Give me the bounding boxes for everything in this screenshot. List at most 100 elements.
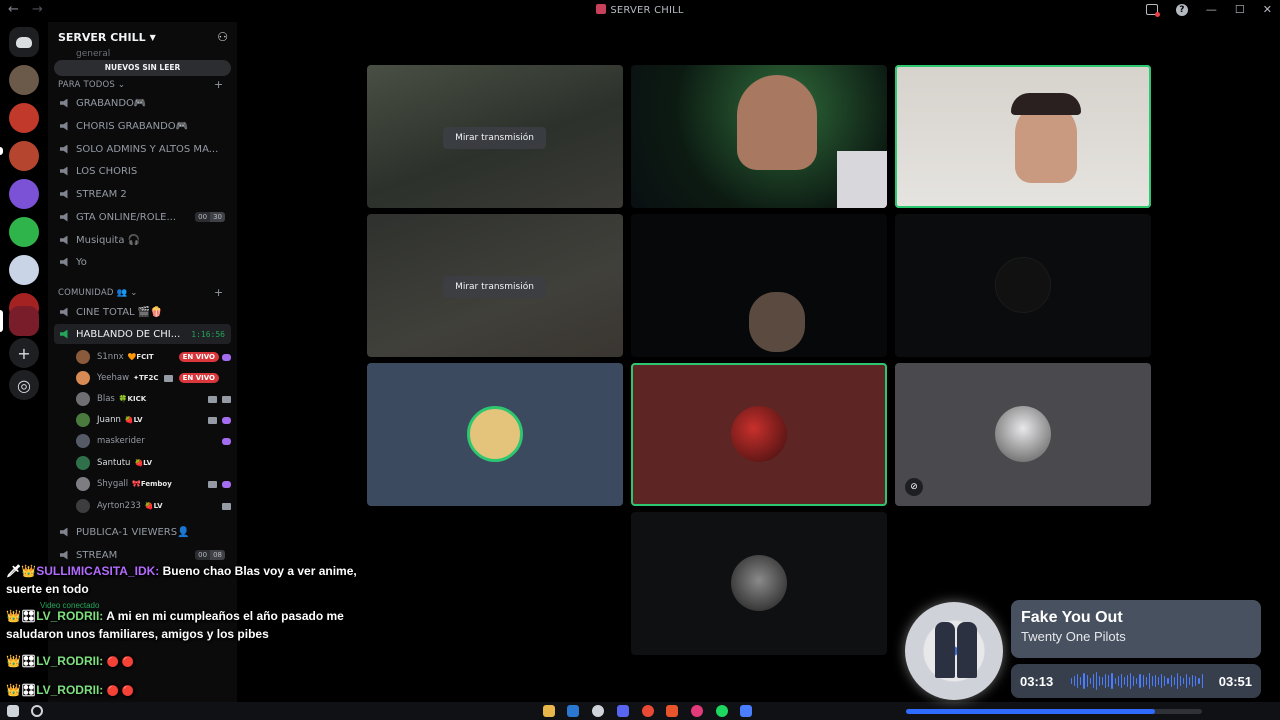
voice-user[interactable]: Yeehaw ✦TF2C EN VIVO xyxy=(76,368,231,388)
server-name: SERVER CHILL xyxy=(58,30,146,44)
title-bar: ← → SERVER CHILL ? — ☐ ✕ xyxy=(0,0,1280,22)
watch-stream-button[interactable]: Mirar transmisión xyxy=(443,127,546,149)
media-player-icon[interactable] xyxy=(691,705,703,717)
voice-channel[interactable]: GTA ONLINE/ROLE... 00 30 xyxy=(54,207,231,227)
minimize-icon[interactable]: — xyxy=(1206,3,1217,16)
user-name: Yeehaw xyxy=(97,373,130,383)
live-badge: EN VIVO xyxy=(178,373,219,383)
new-unread-pill[interactable]: NUEVOS SIN LEER xyxy=(54,60,231,76)
speaker-icon xyxy=(60,527,68,537)
voice-channel[interactable]: CINE TOTAL 🎬🍿 xyxy=(54,302,231,322)
create-channel-icon[interactable]: + xyxy=(214,78,223,91)
waveform-bar xyxy=(1111,673,1113,689)
discord-home-icon[interactable] xyxy=(9,27,39,57)
user-count: 00 xyxy=(195,550,211,560)
add-server-icon[interactable]: + xyxy=(9,338,39,368)
waveform-bar xyxy=(1071,678,1073,684)
spotify-icon[interactable] xyxy=(716,705,728,717)
voice-user[interactable]: Ayrton233 🍓LV xyxy=(76,496,231,516)
webcam-person xyxy=(737,75,817,170)
avatar xyxy=(76,392,90,406)
user-count: 00 xyxy=(195,212,211,222)
watch-stream-button[interactable]: Mirar transmisión xyxy=(443,276,546,298)
voice-user[interactable]: Shygall 🎀Femboy xyxy=(76,474,231,494)
chat-message: 👑🎛LV_RODRII: 🔴 🔴 xyxy=(6,654,135,668)
voice-channel[interactable]: GRABANDO🎮 xyxy=(54,93,231,113)
chrome-icon[interactable] xyxy=(642,705,654,717)
speaker-icon xyxy=(60,144,68,154)
server-chill-icon[interactable] xyxy=(9,306,39,336)
participant-tile[interactable] xyxy=(367,363,623,506)
server-icon[interactable] xyxy=(9,217,39,247)
video-tile[interactable] xyxy=(631,214,887,357)
waveform-bar xyxy=(1105,674,1107,688)
channel-label: STREAM xyxy=(76,549,118,561)
waveform-bar xyxy=(1074,676,1076,686)
waveform-bar xyxy=(1201,674,1203,688)
voice-channel[interactable]: PUBLICA-1 VIEWERS👤 xyxy=(54,522,231,542)
waveform-bar xyxy=(1102,677,1104,685)
voice-channel[interactable]: CHORIS GRABANDO🎮 xyxy=(54,116,231,136)
activity-icon xyxy=(222,437,231,445)
stream-tile[interactable]: Mirar transmisión xyxy=(367,214,623,357)
inbox-icon[interactable] xyxy=(1145,4,1160,17)
waveform-bar xyxy=(1136,678,1138,684)
category-comunidad[interactable]: COMUNIDAD 👥 ⌄ + xyxy=(58,286,223,299)
server-folder[interactable] xyxy=(9,179,39,209)
server-header[interactable]: SERVER CHILL ▼ ⚇ xyxy=(48,22,237,52)
invite-people-icon[interactable]: ⚇ xyxy=(217,30,228,44)
avatar xyxy=(731,406,787,462)
user-name: Juann xyxy=(97,415,121,425)
voice-user[interactable]: S1nnx 🧡FCIT EN VIVO xyxy=(76,347,231,367)
chevron-down-icon: ▼ xyxy=(149,32,156,42)
steam-icon[interactable] xyxy=(567,705,579,717)
waveform-bar xyxy=(1198,678,1200,684)
user-name: Santutu xyxy=(97,458,131,468)
video-tile[interactable] xyxy=(631,65,887,208)
voice-channel[interactable]: STREAM 2 xyxy=(54,184,231,204)
participant-tile[interactable]: ⊘ xyxy=(895,363,1151,506)
settings-icon[interactable] xyxy=(592,705,604,717)
maximize-icon[interactable]: ☐ xyxy=(1235,3,1245,16)
file-explorer-icon[interactable] xyxy=(543,705,555,717)
voice-user[interactable]: Santutu 🍓LV xyxy=(76,453,231,473)
activity-icon xyxy=(222,416,231,424)
help-icon[interactable]: ? xyxy=(1175,3,1188,16)
voice-channel[interactable]: Yo xyxy=(54,252,231,272)
discord-icon[interactable] xyxy=(617,705,629,717)
server-icon[interactable] xyxy=(9,255,39,285)
close-icon[interactable]: ✕ xyxy=(1263,3,1272,16)
voice-channel-active[interactable]: HABLANDO DE CHI... 1:16:56 xyxy=(54,324,231,344)
create-channel-icon[interactable]: + xyxy=(214,286,223,299)
video-tile-speaking[interactable] xyxy=(895,65,1151,208)
stream-tile[interactable]: Mirar transmisión xyxy=(367,65,623,208)
voice-user[interactable]: maskerider xyxy=(76,431,231,451)
brave-icon[interactable] xyxy=(666,705,678,717)
channel-label: HABLANDO DE CHI... xyxy=(76,328,181,340)
muted-mic-icon: ⊘ xyxy=(905,478,923,496)
server-folder[interactable] xyxy=(9,141,39,171)
participant-tile-speaking[interactable] xyxy=(631,363,887,506)
server-folder[interactable] xyxy=(9,65,39,95)
user-name: Shygall xyxy=(97,479,129,489)
voice-channel[interactable]: STREAM 00 08 xyxy=(54,545,231,565)
track-card: Fake You Out Twenty One Pilots xyxy=(1011,600,1261,658)
voice-user[interactable]: Juann 🍓LV xyxy=(76,410,231,430)
voice-channel[interactable]: LOS CHORIS xyxy=(54,161,231,181)
voice-user[interactable]: Blas 🍀KICK xyxy=(76,389,231,409)
participant-tile[interactable] xyxy=(631,512,887,655)
app-icon[interactable] xyxy=(740,705,752,717)
category-para-todos[interactable]: PARA TODOS ⌄ + xyxy=(58,78,223,91)
user-tag: 🧡FCIT xyxy=(127,353,154,361)
voice-channel[interactable]: SOLO ADMINS Y ALTOS MA... xyxy=(54,139,231,159)
waveform-bar xyxy=(1158,677,1160,685)
discover-icon[interactable]: ◎ xyxy=(9,370,39,400)
voice-channel[interactable]: Musiquita 🎧 xyxy=(54,230,231,250)
speaker-icon xyxy=(60,550,68,560)
chat-username: SULLIMICASITA_IDK: xyxy=(36,564,160,578)
server-folder[interactable] xyxy=(9,103,39,133)
speaker-icon xyxy=(60,166,68,176)
participant-tile[interactable] xyxy=(895,214,1151,357)
media-progress-bar[interactable] xyxy=(906,709,1202,714)
channel-general[interactable]: general xyxy=(76,49,110,59)
